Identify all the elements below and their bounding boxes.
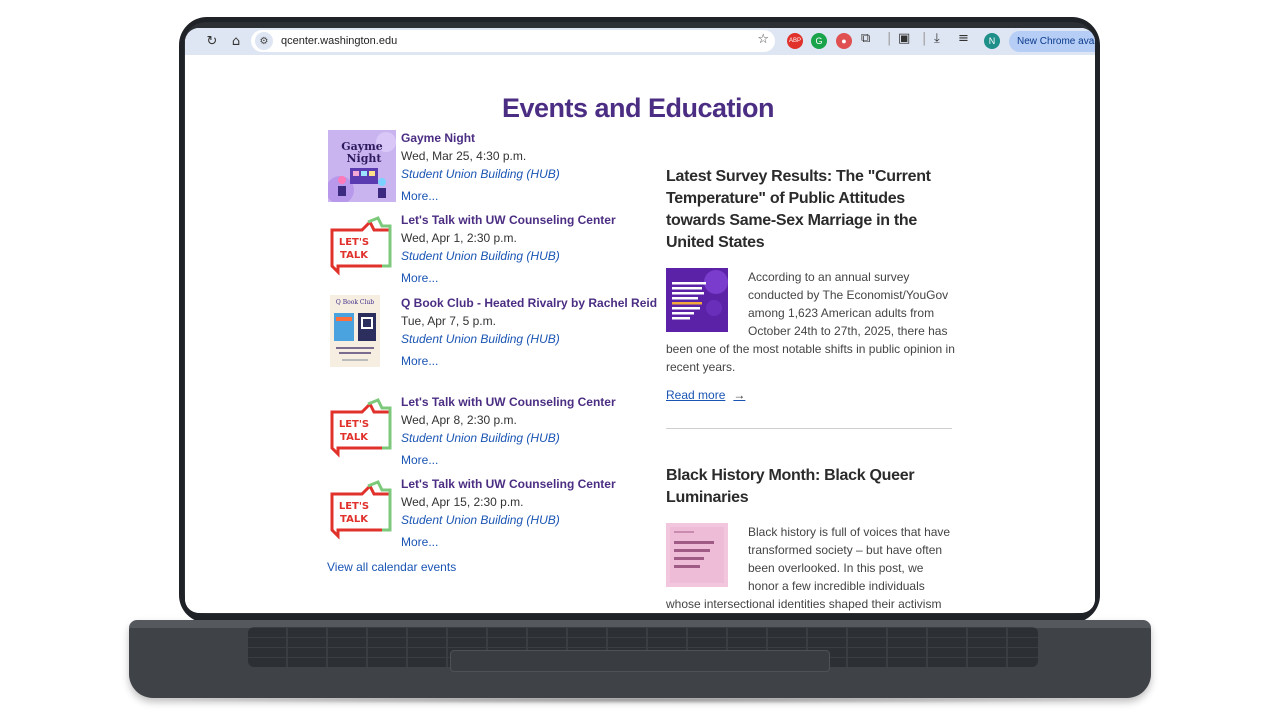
event-thumbnail-book-club[interactable]: Q Book Club (330, 295, 380, 367)
event-thumbnail-lets-talk[interactable]: LET'S TALK (328, 212, 396, 284)
event-title[interactable]: Q Book Club - Heated Rivalry by Rachel R… (401, 295, 661, 312)
event-more-link[interactable]: More... (401, 533, 661, 551)
event-item: LET'S TALK Let's Talk with UW Counseling… (328, 394, 661, 469)
svg-text:Q Book Club: Q Book Club (336, 299, 374, 306)
media-control-icon[interactable]: ≡ (958, 31, 969, 46)
toolbar-divider: | (887, 31, 892, 46)
event-item: Q Book Club Q Book Club - Heated Rivalry… (328, 295, 658, 385)
article-divider (666, 428, 952, 429)
event-title[interactable]: Let's Talk with UW Counseling Center (401, 394, 661, 411)
event-more-link[interactable]: More... (401, 451, 661, 469)
svg-text:TALK: TALK (340, 432, 369, 443)
chrome-update-button[interactable]: New Chrome avail (1009, 31, 1095, 52)
svg-text:TALK: TALK (340, 514, 369, 525)
view-all-events-link[interactable]: View all calendar events (327, 560, 456, 574)
reload-icon[interactable]: ↻ (201, 30, 223, 52)
article-title[interactable]: Black History Month: Black Queer Luminar… (666, 465, 956, 509)
address-bar[interactable]: ⚙ qcenter.washington.edu ☆ (251, 30, 775, 52)
home-icon[interactable]: ⌂ (225, 30, 247, 52)
read-more-link[interactable]: Read more → (666, 388, 956, 402)
event-date: Wed, Mar 25, 4:30 p.m. (401, 149, 527, 163)
grammarly-extension-icon[interactable]: G (811, 33, 827, 49)
article-card: Black History Month: Black Queer Luminar… (666, 465, 956, 613)
svg-text:LET'S: LET'S (339, 501, 369, 512)
article-card: Latest Survey Results: The "Current Temp… (666, 166, 956, 402)
article-thumbnail-survey[interactable] (666, 268, 728, 332)
event-item: LET'S TALK Let's Talk with UW Counseling… (328, 476, 661, 551)
event-title[interactable]: Let's Talk with UW Counseling Center (401, 212, 661, 229)
page-title: Events and Education (501, 93, 775, 123)
arrow-right-icon: → (733, 388, 746, 402)
url-text: qcenter.washington.edu (281, 35, 398, 47)
read-more-label[interactable]: Read more (666, 388, 725, 402)
event-more-link[interactable]: More... (401, 187, 661, 205)
event-more-link[interactable]: More... (401, 269, 661, 287)
svg-text:LET'S: LET'S (339, 237, 369, 248)
profile-avatar[interactable]: N (984, 33, 1000, 49)
event-title[interactable]: Let's Talk with UW Counseling Center (401, 476, 661, 493)
svg-text:TALK: TALK (340, 250, 369, 261)
event-date: Wed, Apr 15, 2:30 p.m. (401, 495, 524, 509)
browser-toolbar: ↻ ⌂ ⚙ qcenter.washington.edu ☆ ABP G ● ⧉… (185, 28, 1095, 55)
article-title[interactable]: Latest Survey Results: The "Current Temp… (666, 166, 956, 254)
event-location-link[interactable]: Student Union Building (HUB) (401, 330, 661, 348)
svg-text:Night: Night (346, 152, 382, 165)
event-thumbnail-lets-talk[interactable]: LET'S TALK (328, 394, 396, 466)
extensions-puzzle-icon[interactable]: ⧉ (861, 31, 870, 46)
event-location-link[interactable]: Student Union Building (HUB) (401, 429, 661, 447)
event-thumbnail-lets-talk[interactable]: LET'S TALK (328, 476, 396, 548)
site-info-icon[interactable]: ⚙ (255, 32, 273, 50)
event-item: LET'S TALK Let's Talk with UW Counseling… (328, 212, 661, 287)
event-location-link[interactable]: Student Union Building (HUB) (401, 165, 661, 183)
web-page: Events and Education Gayme Night Gayme N… (185, 55, 1095, 613)
laptop-screen: ↻ ⌂ ⚙ qcenter.washington.edu ☆ ABP G ● ⧉… (185, 28, 1095, 613)
event-date: Tue, Apr 7, 5 p.m. (401, 314, 496, 328)
download-icon[interactable]: ⤓ (934, 31, 940, 46)
event-location-link[interactable]: Student Union Building (HUB) (401, 511, 661, 529)
event-thumbnail-gayme-night[interactable]: Gayme Night (326, 130, 396, 204)
laptop-trackpad (450, 650, 830, 672)
reading-list-icon[interactable]: ▣ (898, 31, 910, 46)
event-date: Wed, Apr 8, 2:30 p.m. (401, 413, 517, 427)
event-date: Wed, Apr 1, 2:30 p.m. (401, 231, 517, 245)
svg-text:LET'S: LET'S (339, 419, 369, 430)
red-extension-icon[interactable]: ● (836, 33, 852, 49)
event-item: Gayme Night Gayme Night Wed, Mar 25, 4:3… (326, 130, 661, 205)
event-more-link[interactable]: More... (401, 352, 661, 370)
event-title[interactable]: Gayme Night (401, 130, 661, 147)
toolbar-divider-2: | (922, 31, 927, 46)
event-location-link[interactable]: Student Union Building (HUB) (401, 247, 661, 265)
bookmark-star-icon[interactable]: ☆ (757, 32, 769, 47)
article-thumbnail-black-history[interactable] (666, 523, 728, 587)
adblock-extension-icon[interactable]: ABP (787, 33, 803, 49)
